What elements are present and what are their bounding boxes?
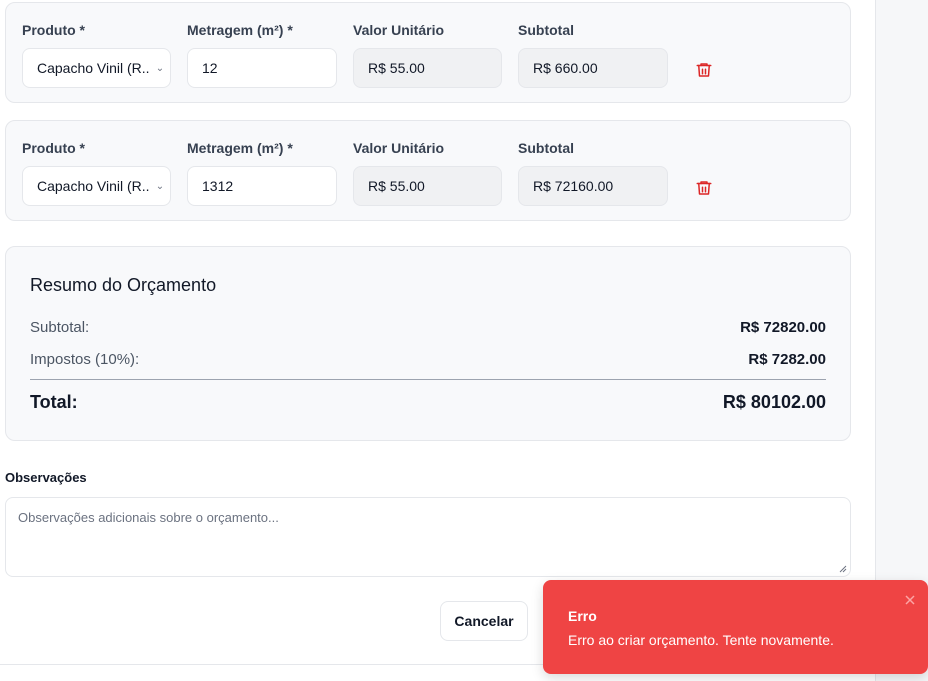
toast-message: Erro ao criar orçamento. Tente novamente… xyxy=(568,632,834,648)
summary-tax-label: Impostos (10%): xyxy=(30,351,140,368)
unit-price-label: Valor Unitário xyxy=(353,140,445,156)
product-label: Produto * xyxy=(22,22,85,38)
product-select-value: Capacho Vinil (R... xyxy=(37,60,150,76)
notes-label: Observações xyxy=(5,470,87,485)
summary-tax-value: R$ 7282.00 xyxy=(748,351,826,368)
summary-subtotal-label: Subtotal: xyxy=(30,319,90,336)
item-row-2: Produto * Metragem (m²) * Valor Unitário… xyxy=(5,120,851,221)
subtotal-field: R$ 72160.00 xyxy=(518,166,668,206)
right-side-panel xyxy=(875,0,928,681)
unit-price-label: Valor Unitário xyxy=(353,22,445,38)
trash-icon[interactable] xyxy=(695,61,713,79)
notes-placeholder: Observações adicionais sobre o orçamento… xyxy=(18,510,279,525)
product-select-value: Capacho Vinil (R... xyxy=(37,178,150,194)
summary-total-value: R$ 80102.00 xyxy=(722,392,826,412)
area-label: Metragem (m²) * xyxy=(187,140,293,156)
product-select[interactable]: Capacho Vinil (R... ⌄ xyxy=(22,48,171,88)
summary-title: Resumo do Orçamento xyxy=(30,275,217,295)
notes-textarea[interactable]: Observações adicionais sobre o orçamento… xyxy=(5,497,851,577)
chevron-down-icon: ⌄ xyxy=(155,62,165,74)
chevron-down-icon: ⌄ xyxy=(155,180,165,192)
toast-title: Erro xyxy=(568,608,597,624)
subtotal-field: R$ 660.00 xyxy=(518,48,668,88)
product-select[interactable]: Capacho Vinil (R... ⌄ xyxy=(22,166,171,206)
summary-subtotal-value: R$ 72820.00 xyxy=(740,319,826,336)
trash-icon[interactable] xyxy=(695,179,713,197)
close-icon[interactable] xyxy=(904,594,916,606)
summary-total-label: Total: xyxy=(30,392,78,412)
budget-summary: Resumo do Orçamento Subtotal: R$ 72820.0… xyxy=(5,246,851,441)
resize-grip-icon[interactable] xyxy=(839,565,847,573)
area-input[interactable]: 12 xyxy=(187,48,337,88)
unit-price-field: R$ 55.00 xyxy=(353,48,502,88)
item-row-1: Produto * Metragem (m²) * Valor Unitário… xyxy=(5,2,851,103)
product-label: Produto * xyxy=(22,140,85,156)
subtotal-label: Subtotal xyxy=(518,140,574,156)
subtotal-label: Subtotal xyxy=(518,22,574,38)
cancel-button[interactable]: Cancelar xyxy=(440,601,528,641)
unit-price-field: R$ 55.00 xyxy=(353,166,502,206)
error-toast: Erro Erro ao criar orçamento. Tente nova… xyxy=(543,580,928,674)
area-label: Metragem (m²) * xyxy=(187,22,293,38)
area-input[interactable]: 1312 xyxy=(187,166,337,206)
summary-divider xyxy=(30,379,826,380)
